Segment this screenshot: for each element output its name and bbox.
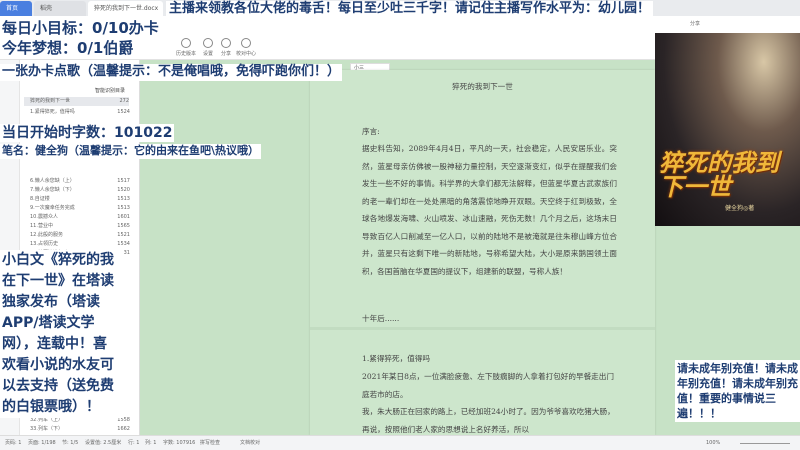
promo-line: 小白文《猝死的我 [2, 252, 114, 268]
toc-label: 7.懒人余您缺（下） [30, 187, 75, 193]
banner-overlay: 主播来领教各位大佬的毒舌！每日至少吐三千字！请记住主播写作水平为：幼儿园！ [166, 1, 654, 18]
toc-item[interactable]: 33.列车（下） 1662 [30, 425, 130, 434]
proofread-icon [241, 38, 251, 48]
zoom-level[interactable]: 100% [706, 436, 720, 450]
toc-item[interactable]: 10.震撼众人 1601 [30, 213, 130, 222]
toc-item[interactable]: 7.懒人余您缺（下） 1520 [30, 186, 130, 195]
document-title: 猝死的我到下一世 [452, 82, 513, 91]
toc-item[interactable]: 9.一次魔幸任务完成 1513 [30, 204, 130, 213]
chapter-text: 2021年某日8点，一位满脸疲惫、左下肢瘸脚的人拿着打包好的早餐走出门庭若市的店… [362, 372, 614, 399]
cover-title: 猝死的我到下一世 [659, 149, 779, 201]
promo-line: 网），连载中！喜 [2, 336, 107, 352]
dream-overlay: 今年梦想：0/1伯爵 [0, 39, 136, 59]
toc-item[interactable]: 猝死的我到下一世 272 [24, 97, 129, 106]
toc-count: 1601 [117, 214, 130, 220]
tab-home[interactable]: 首页 [0, 1, 32, 16]
promo-line: 欢看小说的水友可 [2, 357, 114, 373]
song-overlay: 一张办卡点歌（温馨提示：不是俺唱哦，免得吓跑你们！） [0, 64, 343, 81]
toc-item[interactable]: 11.营业中 1565 [30, 222, 130, 231]
cover-author: 健全狗◎著 [725, 205, 755, 212]
zoom-slider[interactable] [740, 443, 790, 444]
toc-count: 1534 [117, 241, 130, 247]
toc-count: 1521 [117, 232, 130, 238]
toc-item[interactable]: 8.自证楼 1513 [30, 195, 130, 204]
promo-line: 在下一世》在塔读 [2, 273, 114, 289]
toc-label: 13.占领历史 [30, 241, 58, 247]
promo-line: APP/塔读文学 [2, 315, 95, 331]
warning-overlay: 请未成年别充值！请未成年别充值！请未成年别充值！重要的事情说三遍！！！ [675, 360, 800, 422]
tab-document[interactable]: 猝死的我到下一世.docx [88, 1, 163, 16]
spell-check-button[interactable]: 拼写检查 [200, 436, 220, 450]
start-words-overlay: 当日开始时字数：101022 [0, 124, 175, 143]
goal-overlay: 每日小目标：0/10办卡 [0, 19, 161, 39]
history-button[interactable]: 历史版本 [174, 38, 198, 57]
toc-item[interactable]: 13.占领历史 1534 [30, 240, 130, 249]
book-cover: 猝死的我到下一世 健全狗◎著 [655, 33, 800, 226]
gear-icon [203, 38, 213, 48]
promo-line: 以去支持（送免费 [2, 378, 114, 394]
tab-docer[interactable]: 稻壳 [34, 1, 86, 16]
proof-button[interactable]: 文档校对 [240, 436, 260, 450]
promo-line: 的白银票哦）！ [2, 399, 100, 415]
toc-label: 猝死的我到下一世 [30, 98, 71, 104]
toc-label: 12.此般的服务 [30, 232, 63, 238]
toc-label: 11.营业中 [30, 223, 53, 229]
smart-toc-toggle[interactable]: 智能识别目录 [95, 87, 125, 94]
toc-count: 272 [119, 98, 129, 104]
share-link[interactable]: 分享 [690, 20, 700, 27]
toc-item[interactable]: 6.懒人余您缺（上） 1517 [30, 177, 130, 186]
toc-count: 1513 [117, 205, 130, 211]
preface-text: 据史料告知，2089年4月4日，平凡的一天，社会稳定，人民安居乐业。突然，蓝星母… [362, 144, 617, 276]
chapter-text-2: 我，朱大肠正在回家的路上，已经加班24小时了。因为爷爷喜欢吃猪大肠，再说，按照他… [362, 407, 615, 434]
toc-count: 1513 [117, 196, 130, 202]
penname-overlay: 笔名：健全狗（温馨提示：它的由来在鱼吧\热议哦） [0, 144, 262, 159]
toc-label: 10.震撼众人 [30, 214, 58, 220]
proofread-button[interactable]: 校对中心 [232, 38, 260, 57]
history-icon [181, 38, 191, 48]
toc-label: 6.懒人余您缺（上） [30, 178, 75, 184]
after-text: 十年后...... [362, 314, 400, 323]
toc-label: 9.一次魔幸任务完成 [30, 205, 75, 211]
toc-label: 8.自证楼 [30, 196, 50, 202]
toc-item[interactable]: 12.此般的服务 1521 [30, 231, 130, 240]
toc-count: 1662 [117, 426, 130, 432]
toc-count: 1520 [117, 187, 130, 193]
status-bar: 页码: 1 页面: 1/198 节: 1/5 设置值: 2.5厘米 行: 1 列… [0, 435, 800, 450]
toc-count: 1565 [117, 223, 130, 229]
share-icon [221, 38, 231, 48]
promo-overlay: 小白文《猝死的我 在下一世》在塔读 独家发布（塔读 APP/塔读文学 网），连载中！喜欢… [0, 250, 124, 418]
toc-count: 1517 [117, 178, 130, 184]
toc-label: 1.紧得猝死，值得吗 [30, 109, 75, 115]
chapter-title: 1.紧得猝死，值得吗 [362, 354, 430, 363]
preface-label: 序言: [362, 127, 380, 136]
promo-line: 独家发布（塔读 [2, 294, 100, 310]
toc-count: 1524 [117, 109, 130, 115]
toc-item[interactable]: 1.紧得猝死，值得吗 1524 [30, 108, 130, 117]
toc-label: 33.列车（下） [30, 426, 63, 432]
